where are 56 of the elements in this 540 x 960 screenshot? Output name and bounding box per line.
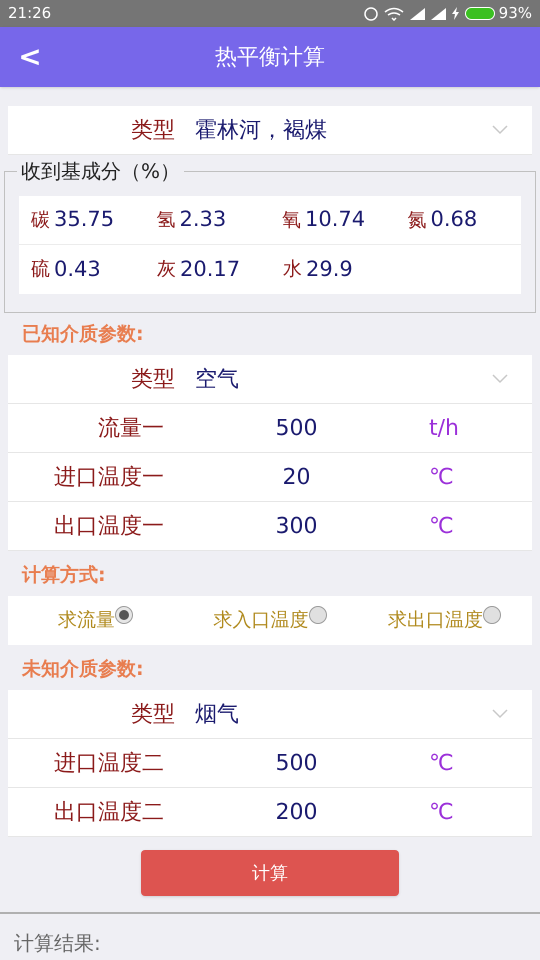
element-value[interactable]: 0.68: [430, 204, 478, 236]
type-label: 类型: [130, 700, 175, 728]
param-label: 进口温度一: [53, 464, 164, 492]
chevron-down-icon: [492, 125, 508, 135]
element-value[interactable]: 2.33: [180, 204, 226, 236]
param-value[interactable]: 200: [164, 796, 429, 828]
chevron-down-icon: [492, 709, 508, 719]
charging-icon: [452, 7, 459, 20]
type-label: 类型: [130, 116, 175, 144]
param-label: 出口温度一: [53, 512, 164, 540]
section-heading: 未知介质参数:: [20, 657, 145, 682]
element-value[interactable]: 0.43: [54, 254, 101, 286]
signal-icon: [430, 8, 446, 20]
battery-percent: 93%: [498, 3, 532, 24]
param-unit: ℃: [429, 798, 454, 826]
type-dropdown[interactable]: 类型 烟气: [8, 690, 532, 739]
element-value[interactable]: 35.75: [54, 204, 114, 236]
element-label: 氮: [408, 208, 426, 233]
back-button[interactable]: <: [0, 36, 60, 78]
alarm-icon: [364, 6, 378, 20]
param-label: 出口温度二: [53, 798, 164, 826]
element-label: 氢: [156, 208, 176, 233]
section-heading: 计算方式:: [20, 563, 107, 588]
battery-icon: [464, 7, 495, 20]
param-label: 流量一: [97, 414, 164, 442]
element-value[interactable]: 29.9: [306, 254, 353, 286]
param-unit: ℃: [429, 512, 454, 540]
result-label: 计算结果:: [14, 931, 101, 955]
param-value[interactable]: 20: [164, 460, 429, 494]
type-dropdown[interactable]: 类型 霍林河，褐煤: [8, 106, 532, 155]
element-value[interactable]: 20.17: [180, 254, 240, 286]
param-value[interactable]: 500: [164, 412, 429, 444]
param-unit: ℃: [429, 464, 454, 492]
param-value[interactable]: 500: [164, 746, 429, 780]
element-label: 碳: [31, 208, 50, 233]
type-dropdown[interactable]: 类型 空气: [8, 355, 532, 404]
param-value[interactable]: 300: [164, 510, 429, 542]
type-value: 空气: [195, 366, 240, 394]
param-unit: t/h: [429, 414, 459, 442]
element-label: 灰: [157, 257, 176, 282]
type-value: 霍林河，褐煤: [195, 116, 328, 144]
app-title: 热平衡计算: [214, 44, 326, 72]
chevron-down-icon: [492, 374, 508, 384]
wifi-icon: [384, 6, 404, 20]
element-value[interactable]: 10.74: [305, 204, 366, 236]
section-heading: 已知介质参数:: [21, 322, 145, 347]
status-time: 21:26: [8, 3, 52, 24]
element-label: 氧: [282, 208, 301, 233]
param-unit: ℃: [429, 750, 454, 778]
type-value: 烟气: [195, 700, 240, 728]
signal-icon: [410, 8, 425, 20]
type-label: 类型: [130, 366, 175, 394]
calculate-button[interactable]: 计算: [141, 850, 399, 896]
param-label: 进口温度二: [53, 750, 164, 778]
element-label: 硫: [31, 257, 50, 282]
element-label: 水: [283, 257, 302, 282]
